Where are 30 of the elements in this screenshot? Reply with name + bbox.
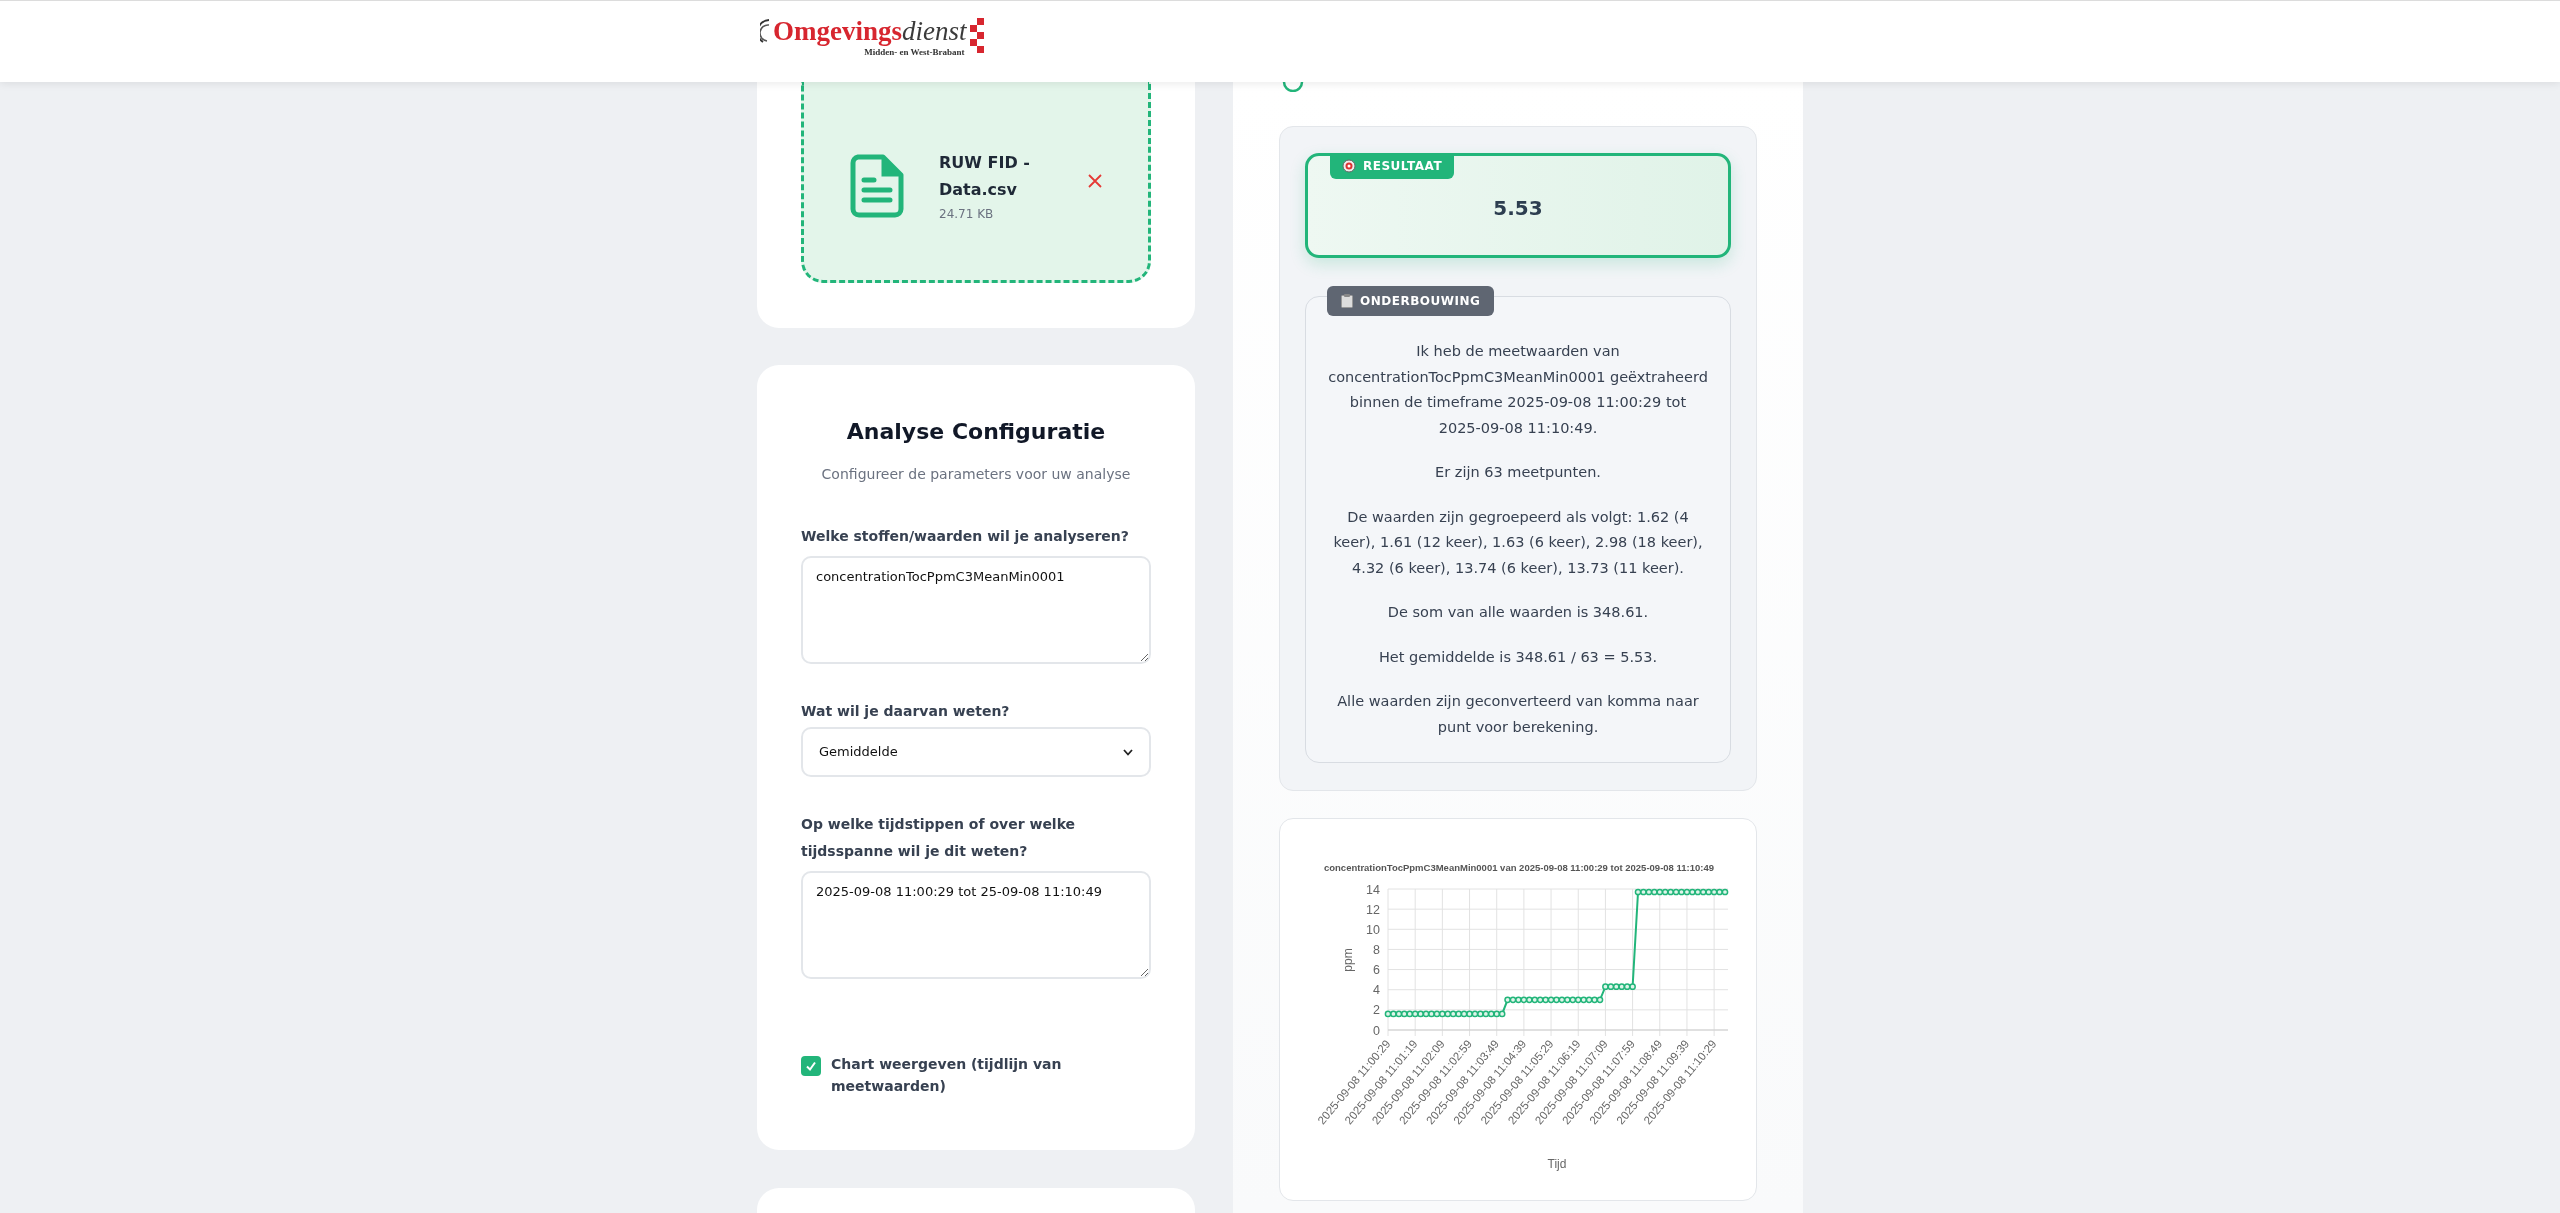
explanation-paragraph: De som van alle waarden is 348.61. <box>1386 603 1650 622</box>
field-label: Welke stoffen/waarden wil je analyseren? <box>801 527 1130 546</box>
axis-title: ppm <box>1341 948 1355 972</box>
axis-tick-label: 14 <box>1366 882 1380 897</box>
explanation-paragraph: Het gemiddelde is 348.61 / 63 = 5.53. <box>1377 647 1659 667</box>
file-size: 24.71 KB <box>939 206 995 223</box>
axis-tick-label: 6 <box>1373 963 1380 978</box>
section-title: Analyse Configuratie <box>845 418 1107 446</box>
axis-tick-label: 2 <box>1373 1003 1380 1018</box>
badge-label: ONDERBOUWING <box>1360 293 1481 310</box>
checkbox-label: Chart weergeven (tijdlijn van meetwaarden) <box>831 1055 1063 1096</box>
axis-tick-label: 8 <box>1373 942 1380 957</box>
axis-tick-label: 0 <box>1373 1023 1380 1038</box>
logo-tagline: Midden- en West-Brabant <box>864 46 966 59</box>
axis-tick-label: 4 <box>1373 983 1380 998</box>
result-value: 5.53 <box>1493 195 1543 222</box>
axis-tick-label: 10 <box>1366 922 1380 937</box>
chart-title: concentrationTocPpmC3MeanMin0001 van 2025-09-08 11:00:29 tot 2025-09-08 11:10:49 <box>1324 862 1714 873</box>
explanation-paragraph: Er zijn 63 meetpunten. <box>1434 463 1602 482</box>
explanation-paragraph: Alle waarden zijn geconverteerd van komma naar punt voor berekening. <box>1336 692 1700 737</box>
explanation-paragraph: De waarden zijn gegroepeerd als volgt: 1.62 (4 keer), 1.61 (12 keer), 1.63 (6 keer), 2.98 (18 keer), 4.32 (6 keer), 13.74 (6 keer), 13.73 (11 keer). <box>1332 507 1704 578</box>
logo-wordmark: Omgevingsdienst <box>773 16 967 46</box>
explanation-paragraph: Ik heb de meetwaarden van concentrationTocPpmC3MeanMin0001 geëxtraheerd binnen de timeframe 2025-09-08 11:00:29 tot 2025-09-08 11:10:49. <box>1328 342 1708 438</box>
axis-tick-label: 12 <box>1366 902 1380 917</box>
file-name: RUW FID - Data.csv <box>939 152 1031 201</box>
field-label: Wat wil je daarvan weten? <box>801 702 1011 721</box>
axis-title: Tijd <box>1547 1157 1567 1171</box>
field-label: Op welke tijdstippen of over welke tijdsspanne wil je dit weten? <box>801 815 1077 861</box>
badge-label: RESULTAAT <box>1363 158 1443 175</box>
section-subtitle: Configureer de parameters voor uw analyse <box>820 465 1132 484</box>
